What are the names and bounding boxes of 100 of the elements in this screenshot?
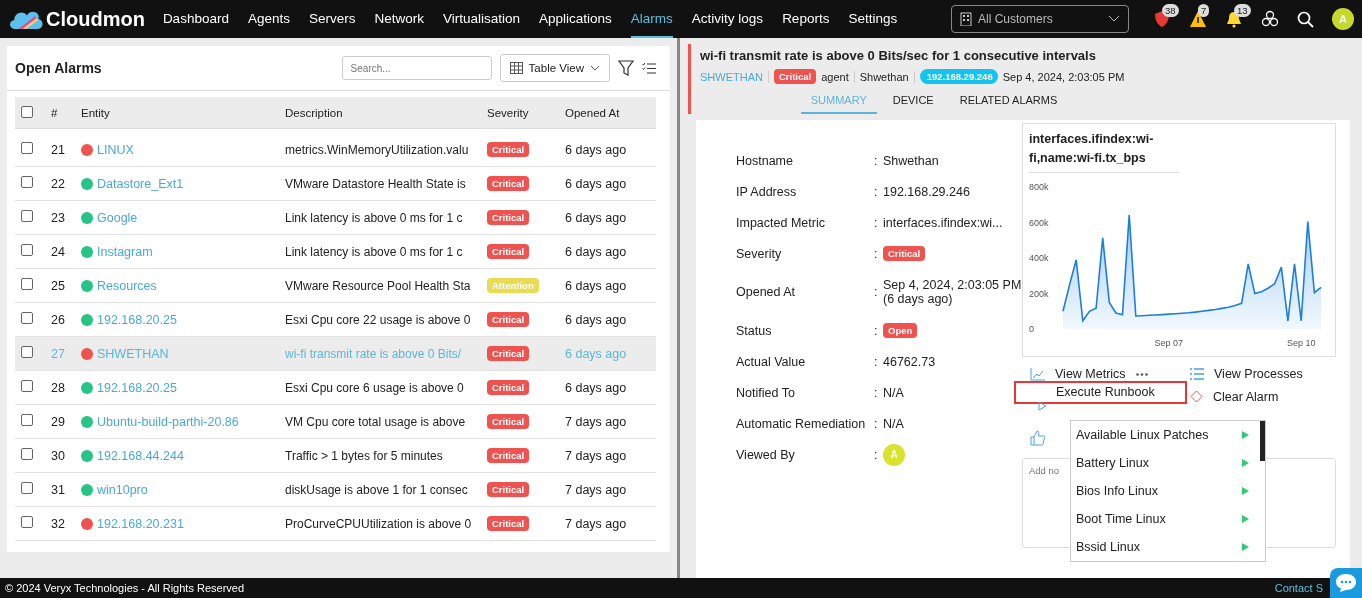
- chart-title: interfaces.ifindex:wi-fi,name:wi-fi.tx_bps: [1029, 130, 1179, 173]
- row-number: 31: [51, 482, 66, 497]
- field-label: IP Address: [736, 184, 798, 199]
- panel-title: Open Alarms: [15, 60, 103, 76]
- colon-separator: :: [874, 447, 879, 462]
- field-value: interfaces.ifindex:wi...: [883, 215, 1004, 230]
- row-checkbox[interactable]: [21, 414, 33, 426]
- row-number: 21: [51, 142, 66, 157]
- alarm-row[interactable]: 30 192.168.44.244 Traffic > 1 bytes for 5 minutes Critical 7 days ago: [15, 439, 656, 473]
- severity-badge: Critical: [487, 380, 530, 395]
- field-value: Sep 4, 2024, 2:03:05 PM (6 days ago): [883, 278, 1022, 306]
- severity-badge: Critical: [487, 176, 530, 191]
- contact-link[interactable]: Contact S: [1274, 582, 1323, 594]
- x-tick-label: Sep 10: [1286, 338, 1316, 348]
- severity-badge: Critical: [487, 312, 530, 327]
- alarm-row[interactable]: 32 192.168.20.231 ProCurveCPUUtilization is above 0 Critical 7 days ago: [15, 507, 656, 541]
- column-header: Entity: [81, 106, 111, 119]
- row-checkbox[interactable]: [21, 482, 33, 494]
- triangle-right-icon: [1242, 487, 1249, 495]
- count-badge: 7: [1198, 4, 1210, 17]
- row-number: 25: [51, 278, 66, 293]
- list-icon: [1190, 368, 1204, 380]
- nav-tab[interactable]: Activity logs: [691, 0, 764, 38]
- detail-tab[interactable]: DEVICE: [882, 90, 944, 114]
- field-value: N/A: [883, 416, 905, 431]
- thumbs-up-icon[interactable]: [1030, 430, 1046, 446]
- detail-tab[interactable]: RELATED ALARMS: [949, 90, 1068, 114]
- nav-tab[interactable]: Settings: [848, 0, 898, 38]
- row-checkbox[interactable]: [21, 516, 33, 528]
- row-checkbox[interactable]: [21, 176, 33, 188]
- field-label: Notified To: [736, 385, 796, 400]
- view-select[interactable]: Table View: [499, 54, 610, 82]
- chat-button[interactable]: [1330, 568, 1362, 598]
- runbook-menu-item[interactable]: Bssid Linux: [1071, 533, 1255, 561]
- colon-separator: :: [874, 215, 879, 230]
- runbook-menu-item[interactable]: Bios Info Linux: [1071, 477, 1255, 505]
- row-checkbox[interactable]: [21, 210, 33, 222]
- nav-tab[interactable]: Agents: [247, 0, 290, 38]
- row-checkbox[interactable]: [21, 312, 33, 324]
- x-tick-label: Sep 07: [1154, 338, 1184, 348]
- action-link[interactable]: View Metrics: [1055, 367, 1126, 381]
- colon-separator: :: [874, 184, 879, 199]
- severity-badge: Critical: [487, 482, 530, 497]
- action-link[interactable]: Clear Alarm: [1213, 389, 1279, 404]
- runbook-menu-item[interactable]: Available Linux Patches: [1071, 421, 1255, 449]
- nav-tab[interactable]: Servers: [308, 0, 356, 38]
- action-link[interactable]: View Processes: [1214, 367, 1303, 381]
- brand-name: Cloudmon: [46, 7, 145, 31]
- row-checkbox[interactable]: [21, 244, 33, 256]
- y-tick-label: 0: [1029, 324, 1034, 334]
- description-cell-text: diskUsage is above 1 for 1 consec: [285, 482, 469, 497]
- chevron-down-icon: [590, 65, 600, 71]
- nav-tab[interactable]: Network: [374, 0, 424, 38]
- opened-at-cell-text: 6 days ago: [565, 346, 628, 361]
- runbook-menu-item[interactable]: Battery Linux: [1071, 449, 1255, 477]
- nav-tab[interactable]: Dashboard: [162, 0, 229, 38]
- more-icon[interactable]: [1135, 372, 1148, 376]
- opened-at-cell-text: 6 days ago: [565, 244, 628, 259]
- nav-tab[interactable]: Applications: [539, 0, 612, 38]
- field-label: Opened At: [736, 285, 797, 299]
- row-checkbox[interactable]: [21, 448, 33, 460]
- description-cell-text: Traffic > 1 bytes for 5 minutes: [285, 448, 444, 463]
- field-value: 46762.73: [883, 354, 937, 369]
- nav-tab[interactable]: Reports: [782, 0, 830, 38]
- alarm-row[interactable]: 22 Datastore_Ext1 VMware Datastore Health State is Critical 6 days ago: [15, 167, 656, 201]
- severity-badge: Critical: [773, 69, 817, 84]
- action-link[interactable]: Execute Runbook: [1014, 381, 1187, 404]
- cubes-icon[interactable]: [1261, 10, 1279, 28]
- alarm-row[interactable]: 31 win10pro diskUsage is above 1 for 1 consec Critical 7 days ago: [15, 473, 656, 507]
- meta-text: agent: [821, 70, 855, 83]
- description-cell-text: VMware Resource Pool Health Sta: [285, 278, 472, 293]
- alarm-row[interactable]: 21 LINUX metrics.WinMemoryUtilization.valu Critical 6 days ago: [15, 133, 656, 167]
- search-icon[interactable]: [1297, 10, 1314, 28]
- row-number: 26: [51, 312, 66, 327]
- alarm-row[interactable]: 23 Google Link latency is above 0 ms for 1 c Critical 6 days ago: [15, 201, 656, 235]
- search-field[interactable]: Search...: [341, 56, 492, 80]
- triangle-right-icon: [1242, 543, 1249, 551]
- severity-badge: Critical: [487, 346, 530, 361]
- row-number: 24: [51, 244, 66, 259]
- select-all-checkbox[interactable]: [21, 105, 33, 118]
- status-badge: Open: [883, 323, 918, 338]
- line-chart-icon: [1030, 367, 1045, 381]
- runbook-menu-item[interactable]: Boot Time Linux: [1071, 505, 1255, 533]
- alarm-row[interactable]: 24 Instagram Link latency is above 0 ms for 1 c Critical 6 days ago: [15, 235, 656, 269]
- nav-tab[interactable]: Virtualisation: [443, 0, 521, 38]
- severity-badge: Attention: [487, 278, 539, 293]
- alarm-row[interactable]: 29 Ubuntu-build-parthi-20.86 VM Cpu core total usage is above Critical 7 days ago: [15, 405, 656, 439]
- row-number: 22: [51, 176, 66, 191]
- checklist-icon[interactable]: [642, 61, 656, 75]
- filter-icon[interactable]: [618, 60, 634, 76]
- row-checkbox[interactable]: [21, 346, 33, 358]
- customer-select[interactable]: All Customers: [951, 5, 1129, 33]
- scrollbar-thumb[interactable]: [1260, 421, 1265, 461]
- row-checkbox[interactable]: [21, 278, 33, 290]
- row-checkbox[interactable]: [21, 380, 33, 392]
- alarm-row[interactable]: 28 192.168.20.25 Esxi Cpu core 6 usage is above 0 Critical 6 days ago: [15, 371, 656, 405]
- row-number: 29: [51, 414, 66, 429]
- row-checkbox[interactable]: [21, 142, 33, 154]
- alarm-row[interactable]: 25 Resources VMware Resource Pool Health Sta Attention 6 days ago: [15, 269, 656, 303]
- field-value: N/A: [883, 385, 905, 400]
